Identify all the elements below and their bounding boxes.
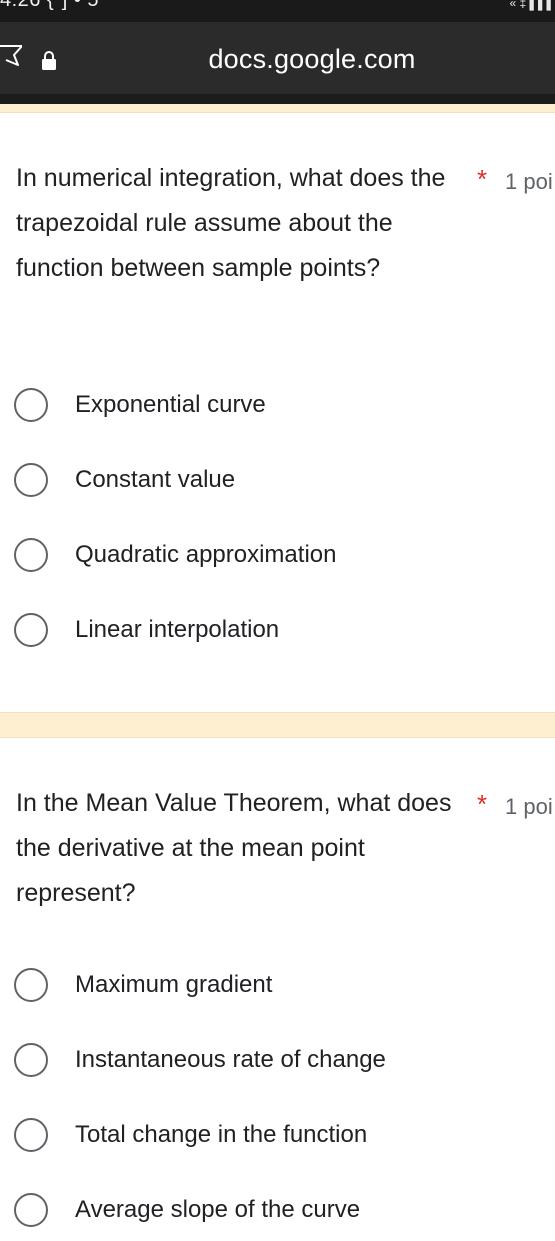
radio-button-icon[interactable] (14, 388, 48, 422)
radio-option[interactable]: Constant value (14, 458, 544, 502)
option-label: Exponential curve (75, 391, 266, 418)
radio-option[interactable]: Instantaneous rate of change (14, 1038, 544, 1082)
option-label: Instantaneous rate of change (75, 1046, 386, 1073)
radio-button-icon[interactable] (14, 538, 48, 572)
points-label: 1 poi (505, 169, 553, 194)
option-label: Total change in the function (75, 1121, 368, 1148)
radio-option[interactable]: Exponential curve (14, 383, 544, 427)
question-title: In the Mean Value Theorem, what does the… (16, 789, 452, 907)
radio-option[interactable]: Maximum gradient (14, 963, 544, 1007)
option-label: Linear interpolation (75, 616, 280, 643)
section-divider-top (0, 104, 555, 113)
radio-button-icon[interactable] (14, 1118, 48, 1152)
section-divider (0, 712, 555, 738)
radio-option[interactable]: Quadratic approximation (14, 533, 544, 577)
status-time: 4:26 {"] • 5 (0, 0, 100, 11)
option-label: Quadratic approximation (75, 541, 337, 568)
required-star-icon: * (477, 789, 488, 819)
radio-button-icon[interactable] (14, 463, 48, 497)
radio-button-icon[interactable] (14, 1043, 48, 1077)
toolbar-bottom (0, 94, 555, 104)
question-title: In numerical integration, what does the … (16, 164, 446, 282)
radio-button-icon[interactable] (14, 613, 48, 647)
radio-option[interactable]: Average slope of the curve (14, 1188, 544, 1232)
points-label: 1 poi (505, 794, 553, 819)
radio-button-icon[interactable] (14, 968, 48, 1002)
url-text[interactable]: docs.google.com (0, 44, 555, 75)
status-bar: 4:26 {"] • 5 « ‡ ▌▌▌ (0, 0, 555, 22)
radio-option[interactable]: Total change in the function (14, 1113, 544, 1157)
status-icons: « ‡ ▌▌▌ (509, 0, 555, 10)
option-label: Maximum gradient (75, 971, 273, 998)
radio-option[interactable]: Linear interpolation (14, 608, 544, 652)
required-star-icon: * (477, 164, 488, 194)
option-label: Constant value (75, 466, 236, 493)
option-label: Average slope of the curve (75, 1196, 361, 1223)
radio-button-icon[interactable] (14, 1193, 48, 1227)
